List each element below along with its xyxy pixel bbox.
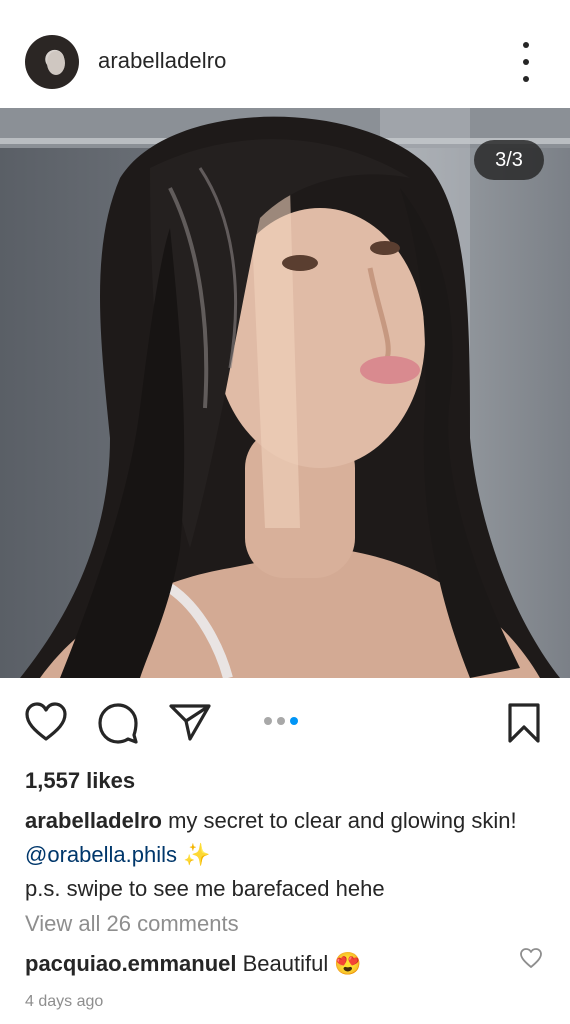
caption-username[interactable]: arabelladelro [25, 808, 162, 833]
carousel-dot [277, 717, 285, 725]
bookmark-icon[interactable] [507, 702, 541, 744]
image-counter: 3/3 [474, 140, 544, 180]
carousel-indicator [264, 717, 298, 725]
comment-like-heart-icon[interactable] [519, 947, 543, 969]
action-bar [0, 690, 570, 754]
post-timestamp: 4 days ago [25, 993, 104, 1010]
carousel-dot [264, 717, 272, 725]
post-image[interactable]: 3/3 [0, 108, 570, 678]
avatar[interactable] [25, 35, 79, 89]
view-all-comments-link[interactable]: View all 26 comments [25, 911, 239, 937]
post-header: arabelladelro [0, 0, 570, 108]
comment-text: Beautiful [236, 951, 335, 976]
more-vertical-icon[interactable] [512, 42, 540, 82]
heart-icon[interactable] [24, 702, 68, 742]
carousel-dot-active [290, 717, 298, 725]
likes-count[interactable]: 1,557 likes [25, 768, 135, 794]
paper-plane-icon[interactable] [169, 702, 211, 742]
portrait-photo [0, 108, 570, 678]
caption-mention[interactable]: @orabella.phils [25, 842, 177, 867]
comment-icon[interactable] [97, 702, 139, 744]
caption-text-line2: p.s. swipe to see me barefaced hehe [25, 876, 385, 901]
comment-username[interactable]: pacquiao.emmanuel [25, 951, 237, 976]
post-username[interactable]: arabelladelro [98, 48, 227, 74]
top-comment: pacquiao.emmanuel Beautiful 😍 [25, 951, 362, 977]
caption-text: my secret to clear and glowing skin! [161, 808, 517, 833]
sparkles-emoji: ✨ [183, 842, 211, 867]
heart-eyes-emoji: 😍 [334, 951, 362, 976]
post-caption: arabelladelro my secret to clear and glo… [25, 804, 545, 906]
